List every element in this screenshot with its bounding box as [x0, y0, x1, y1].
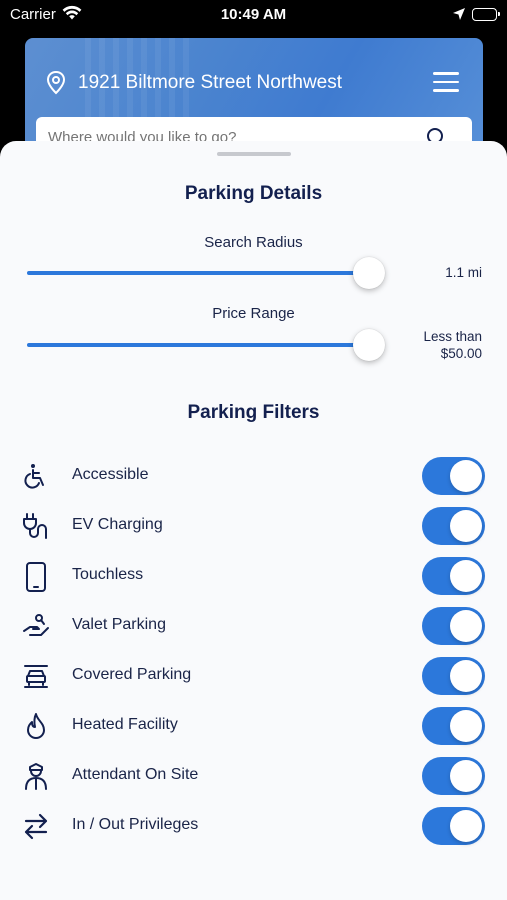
attendant-icon: [22, 762, 50, 790]
heated-facility-toggle[interactable]: [422, 707, 485, 745]
price-range-thumb[interactable]: [353, 329, 385, 361]
search-radius-thumb[interactable]: [353, 257, 385, 289]
price-range-value-line1: Less than: [423, 329, 482, 344]
price-range-label: Price Range: [212, 305, 295, 322]
phone-icon: [22, 562, 50, 592]
touchless-toggle[interactable]: [422, 557, 485, 595]
filter-label: Heated Facility: [72, 716, 178, 733]
filter-row-heated-facility: Heated Facility: [0, 700, 507, 750]
covered-car-icon: [22, 662, 50, 690]
price-range-value-line2: $50.00: [440, 346, 482, 361]
search-radius-label: Search Radius: [204, 234, 303, 251]
filter-label: In / Out Privileges: [72, 816, 199, 833]
search-radius-slider[interactable]: [27, 271, 369, 275]
filter-label: Accessible: [72, 466, 149, 483]
current-address[interactable]: 1921 Biltmore Street Northwest: [78, 72, 342, 94]
filter-label: EV Charging: [72, 516, 163, 533]
filter-row-in-out-privileges: In / Out Privileges: [0, 800, 507, 850]
filter-row-accessible: Accessible: [0, 450, 507, 500]
status-bar: Carrier 10:49 AM: [0, 0, 507, 30]
price-range-value: Less than $50.00: [423, 328, 482, 362]
filter-label: Touchless: [72, 566, 144, 583]
parking-filters-title: Parking Filters: [187, 402, 320, 423]
filter-row-ev-charging: EV Charging: [0, 500, 507, 550]
valet-parking-toggle[interactable]: [422, 607, 485, 645]
filter-row-touchless: Touchless: [0, 550, 507, 600]
ev-plug-icon: [22, 512, 50, 540]
filter-label: Attendant On Site: [72, 766, 199, 783]
location-pin-icon: [45, 70, 67, 101]
menu-icon[interactable]: [433, 72, 459, 92]
ev-charging-toggle[interactable]: [422, 507, 485, 545]
flame-icon: [22, 712, 50, 740]
clock: 10:49 AM: [220, 6, 287, 23]
location-arrow-icon: [452, 7, 466, 25]
accessible-toggle[interactable]: [422, 457, 485, 495]
filter-row-valet-parking: Valet Parking: [0, 600, 507, 650]
in-out-arrows-icon: [22, 812, 50, 840]
attendant-on-site-toggle[interactable]: [422, 757, 485, 795]
wheelchair-icon: [22, 462, 50, 490]
battery-icon: [472, 8, 500, 21]
search-radius-value: 1.1 mi: [445, 265, 482, 280]
filter-sheet: Parking Details Search Radius 1.1 mi Pri…: [0, 141, 507, 900]
filter-row-attendant-on-site: Attendant On Site: [0, 750, 507, 800]
price-range-slider[interactable]: [27, 343, 369, 347]
filter-row-covered-parking: Covered Parking: [0, 650, 507, 700]
filter-label: Valet Parking: [72, 616, 166, 633]
in-out-privileges-toggle[interactable]: [422, 807, 485, 845]
valet-hand-icon: [22, 612, 50, 640]
covered-parking-toggle[interactable]: [422, 657, 485, 695]
sheet-grabber[interactable]: [217, 152, 291, 156]
filter-label: Covered Parking: [72, 666, 192, 683]
parking-details-title: Parking Details: [184, 183, 323, 204]
